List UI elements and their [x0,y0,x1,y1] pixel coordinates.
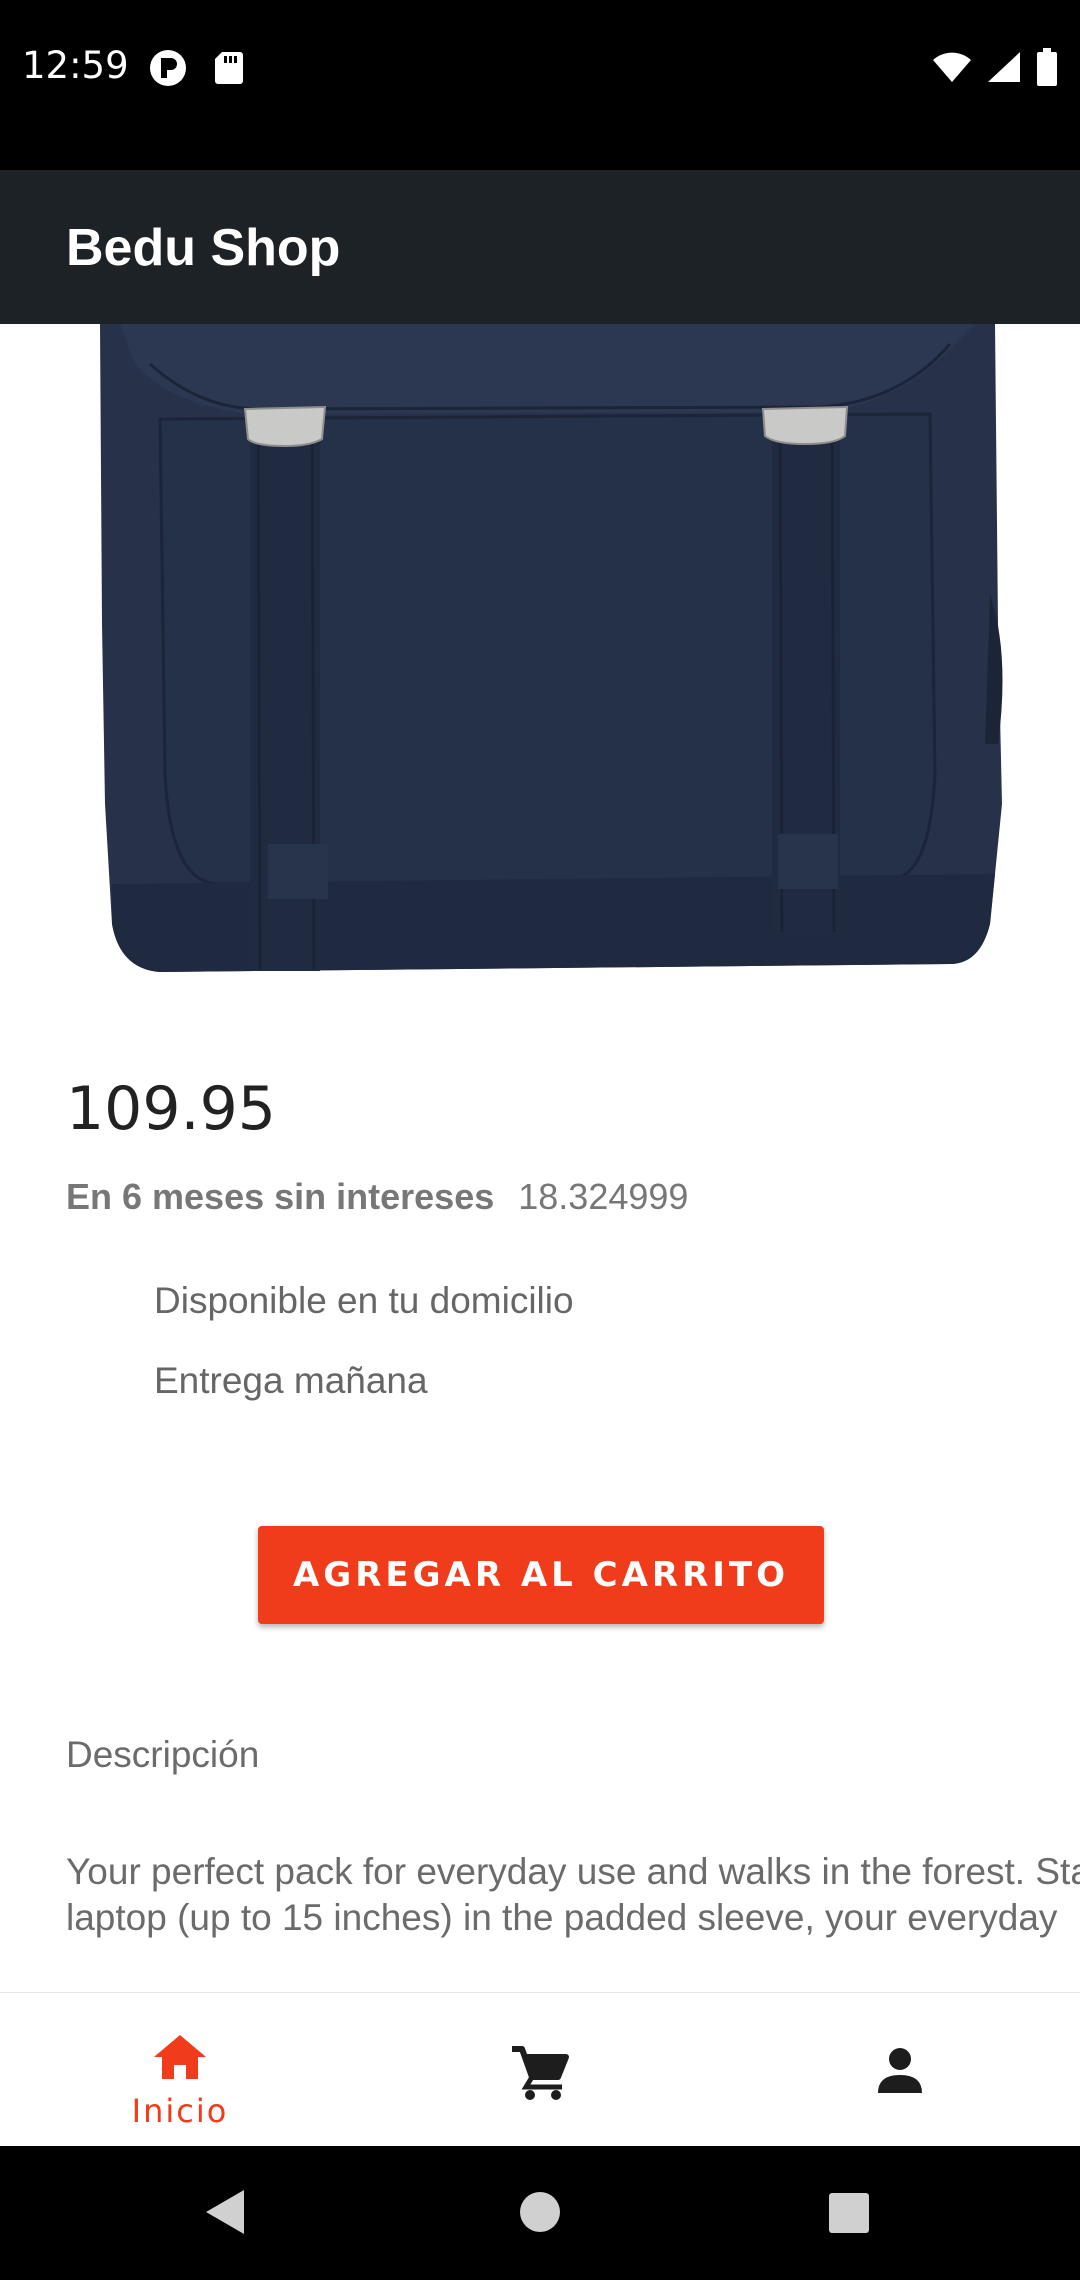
back-icon[interactable] [204,2188,248,2241]
product-image [0,324,1080,1004]
app-bar: Bedu Shop [0,170,1080,324]
availability-text: Disponible en tu domicilio [154,1280,574,1321]
status-left-icons [148,48,244,93]
bottom-navigation: Inicio [0,1992,1080,2146]
nav-label-inicio: Inicio [131,2092,229,2130]
product-detail-content[interactable]: 109.95 En 6 meses sin intereses 18.32499… [0,324,1080,1992]
home-icon [152,2033,208,2086]
backpack-image [100,324,1003,972]
installments-value: 18.324999 [518,1176,689,1217]
description-title: Descripción [66,1734,260,1775]
wifi-icon [932,50,972,89]
product-price: 109.95 [66,1074,276,1144]
installments-label: En 6 meses sin intereses [66,1176,495,1217]
description-text: Your perfect pack for everyday use and w… [66,1851,1080,1938]
delivery-text: Entrega mañana [154,1360,428,1401]
cart-icon [510,2043,570,2147]
system-navigation-bar [0,2146,1080,2280]
nav-item-inicio[interactable]: Inicio [0,1993,360,2147]
status-time: 12:59 [22,44,129,87]
battery-icon [1036,48,1058,91]
app-title: Bedu Shop [66,219,341,277]
nav-item-cart[interactable] [360,1993,720,2147]
signal-icon [986,50,1022,89]
home-button-icon[interactable] [518,2190,562,2239]
sd-card-icon [214,50,244,91]
status-right-icons [932,48,1058,91]
add-to-cart-button[interactable]: AGREGAR AL CARRITO [258,1526,824,1624]
installments-info: En 6 meses sin intereses 18.324999 [66,1176,688,1218]
person-icon [876,2047,924,2147]
recents-icon[interactable] [828,2192,870,2239]
status-bar: 12:59 [0,0,1080,170]
notification-icon [148,48,188,93]
nav-item-profile[interactable] [720,1993,1080,2147]
